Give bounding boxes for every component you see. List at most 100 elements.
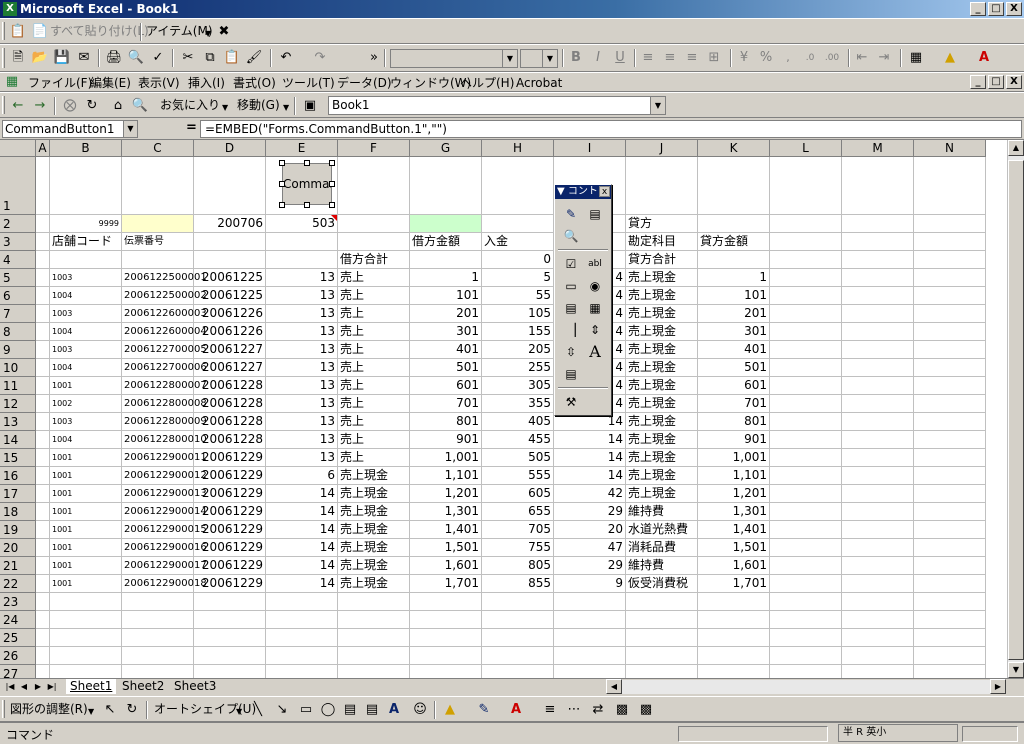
- minimize-button[interactable]: _: [970, 2, 986, 16]
- cell-e14[interactable]: 13: [266, 431, 338, 449]
- cell-m2[interactable]: [842, 215, 914, 233]
- cell-d8[interactable]: 20061226: [194, 323, 266, 341]
- cell-m18[interactable]: [842, 503, 914, 521]
- copy-icon[interactable]: ⧉: [200, 48, 220, 68]
- cell-b6[interactable]: 1004: [50, 287, 122, 305]
- cell-l11[interactable]: [770, 377, 842, 395]
- cell-m14[interactable]: [842, 431, 914, 449]
- line-icon[interactable]: ╲: [248, 700, 268, 720]
- cell-b20[interactable]: 1001: [50, 539, 122, 557]
- cell-d2[interactable]: 200706: [194, 215, 266, 233]
- control-toolbox-title[interactable]: ▼ コント x: [555, 185, 611, 199]
- row-header-21[interactable]: 21: [0, 557, 36, 575]
- cell-j1[interactable]: [626, 157, 698, 215]
- cell-d11[interactable]: 20061228: [194, 377, 266, 395]
- cell-d15[interactable]: 20061229: [194, 449, 266, 467]
- scroll-thumb[interactable]: [1008, 160, 1024, 660]
- cell-l17[interactable]: [770, 485, 842, 503]
- row-header-11[interactable]: 11: [0, 377, 36, 395]
- cell-n24[interactable]: [914, 611, 986, 629]
- cell-b10[interactable]: 1004: [50, 359, 122, 377]
- cell-j24[interactable]: [626, 611, 698, 629]
- cell-h20[interactable]: 755: [482, 539, 554, 557]
- cell-h15[interactable]: 505: [482, 449, 554, 467]
- cell-d5[interactable]: 20061225: [194, 269, 266, 287]
- cell-e11[interactable]: 13: [266, 377, 338, 395]
- italic-icon[interactable]: I: [588, 48, 608, 68]
- cell-g3[interactable]: 借方金額: [410, 233, 482, 251]
- cell-e27[interactable]: [266, 665, 338, 678]
- cell-h11[interactable]: 305: [482, 377, 554, 395]
- cut-icon[interactable]: ✂: [178, 48, 198, 68]
- cell-i20[interactable]: 47: [554, 539, 626, 557]
- cell-n8[interactable]: [914, 323, 986, 341]
- align-center-icon[interactable]: ≡: [660, 48, 680, 68]
- cell-n17[interactable]: [914, 485, 986, 503]
- cell-a21[interactable]: [36, 557, 50, 575]
- design-mode-icon[interactable]: ✎: [561, 205, 581, 223]
- cell-j17[interactable]: 売上現金: [626, 485, 698, 503]
- cell-e21[interactable]: 14: [266, 557, 338, 575]
- column-header-b[interactable]: B: [50, 140, 122, 157]
- row-header-8[interactable]: 8: [0, 323, 36, 341]
- paste-icon[interactable]: 📋: [222, 48, 242, 68]
- address-field[interactable]: Book1 ▼: [328, 96, 666, 115]
- cell-j23[interactable]: [626, 593, 698, 611]
- row-header-2[interactable]: 2: [0, 215, 36, 233]
- cell-j20[interactable]: 消耗品費: [626, 539, 698, 557]
- cell-n21[interactable]: [914, 557, 986, 575]
- cell-m25[interactable]: [842, 629, 914, 647]
- cell-n15[interactable]: [914, 449, 986, 467]
- cell-e15[interactable]: 13: [266, 449, 338, 467]
- cell-m6[interactable]: [842, 287, 914, 305]
- cell-k13[interactable]: 801: [698, 413, 770, 431]
- cell-a11[interactable]: [36, 377, 50, 395]
- cell-n14[interactable]: [914, 431, 986, 449]
- cell-e9[interactable]: 13: [266, 341, 338, 359]
- cell-j25[interactable]: [626, 629, 698, 647]
- cell-g18[interactable]: 1,301: [410, 503, 482, 521]
- cell-k14[interactable]: 901: [698, 431, 770, 449]
- cell-m27[interactable]: [842, 665, 914, 678]
- clear-clipboard-icon[interactable]: ✖: [214, 22, 234, 42]
- cell-l20[interactable]: [770, 539, 842, 557]
- cell-e16[interactable]: 6: [266, 467, 338, 485]
- cell-g2[interactable]: [410, 215, 482, 233]
- cell-n13[interactable]: [914, 413, 986, 431]
- cell-a23[interactable]: [36, 593, 50, 611]
- cell-j18[interactable]: 維持費: [626, 503, 698, 521]
- cell-g13[interactable]: 801: [410, 413, 482, 431]
- cell-d26[interactable]: [194, 647, 266, 665]
- cell-l13[interactable]: [770, 413, 842, 431]
- cell-m15[interactable]: [842, 449, 914, 467]
- cell-c23[interactable]: [122, 593, 194, 611]
- cell-h24[interactable]: [482, 611, 554, 629]
- menu-help[interactable]: ヘルプ(H): [460, 75, 514, 91]
- column-header-e[interactable]: E: [266, 140, 338, 157]
- spellcheck-icon[interactable]: ✓: [148, 48, 168, 68]
- cell-f10[interactable]: 売上: [338, 359, 410, 377]
- cell-n1[interactable]: [914, 157, 986, 215]
- cell-f6[interactable]: 売上: [338, 287, 410, 305]
- column-header-h[interactable]: H: [482, 140, 554, 157]
- cell-c16[interactable]: 2006122900012: [122, 467, 207, 485]
- cell-l14[interactable]: [770, 431, 842, 449]
- cell-b11[interactable]: 1001: [50, 377, 122, 395]
- cell-a1[interactable]: [36, 157, 50, 215]
- cell-k27[interactable]: [698, 665, 770, 678]
- cell-n3[interactable]: [914, 233, 986, 251]
- cell-h10[interactable]: 255: [482, 359, 554, 377]
- merge-center-icon[interactable]: ⊞: [704, 48, 724, 68]
- cell-c22[interactable]: 2006122900018: [122, 575, 207, 593]
- increase-decimal-icon[interactable]: .0: [800, 48, 820, 68]
- row-header-1[interactable]: 1: [0, 157, 36, 215]
- cell-a20[interactable]: [36, 539, 50, 557]
- cell-n2[interactable]: [914, 215, 986, 233]
- cell-j16[interactable]: 売上現金: [626, 467, 698, 485]
- row-header-3[interactable]: 3: [0, 233, 36, 251]
- row-header-17[interactable]: 17: [0, 485, 36, 503]
- cell-a19[interactable]: [36, 521, 50, 539]
- cell-a25[interactable]: [36, 629, 50, 647]
- cell-k3[interactable]: 貸方金額: [698, 233, 770, 251]
- scrollbar-icon[interactable]: ⇳: [561, 343, 581, 361]
